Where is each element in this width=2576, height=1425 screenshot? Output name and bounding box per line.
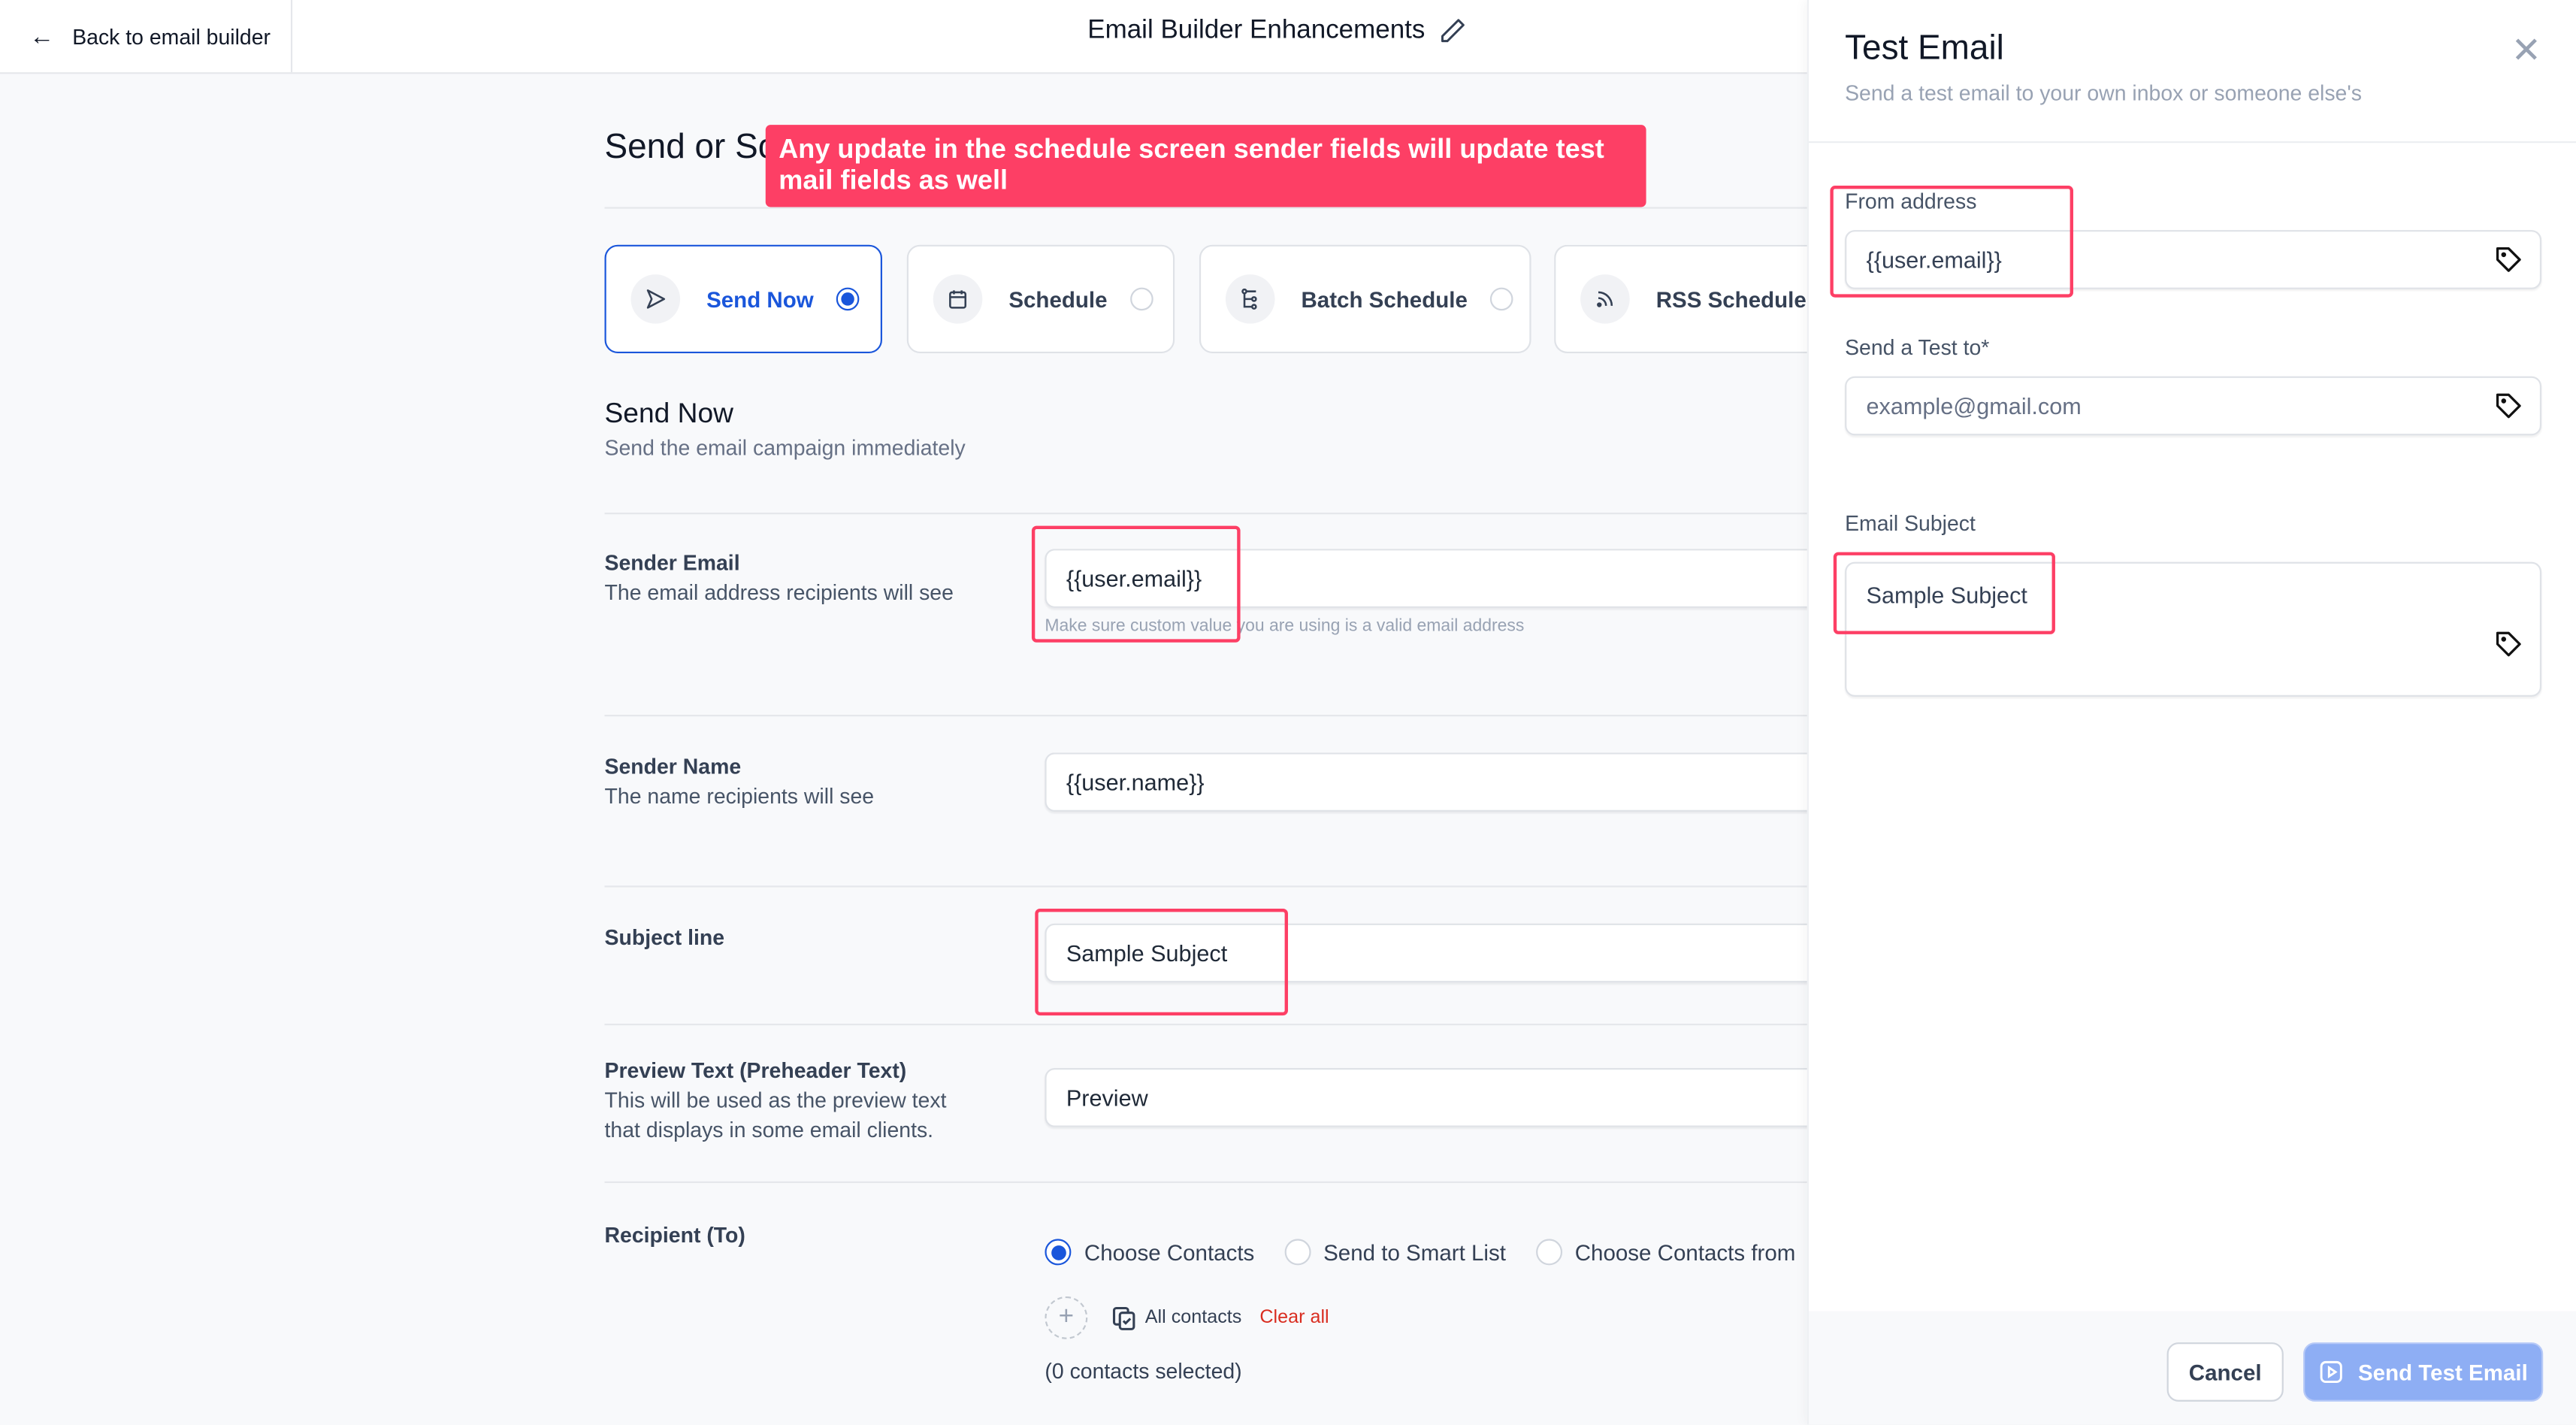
from-address-label: From address bbox=[1845, 189, 1977, 214]
sender-email-hint: Make sure custom value you are using is … bbox=[1045, 616, 1525, 637]
rss-icon bbox=[1580, 274, 1630, 324]
sender-email-input[interactable]: {{user.email}} bbox=[1045, 549, 1817, 608]
radio-button[interactable] bbox=[1535, 1239, 1562, 1266]
drawer-title: Test Email bbox=[1845, 29, 2004, 68]
campaign-title-text: Email Builder Enhancements bbox=[1087, 16, 1426, 45]
option-schedule[interactable]: Schedule bbox=[906, 244, 1175, 354]
tag-icon[interactable] bbox=[2494, 245, 2523, 274]
recipient-label: Recipient (To) bbox=[604, 1222, 745, 1248]
divider bbox=[604, 1024, 1854, 1026]
send-test-to-input[interactable]: example@gmail.com bbox=[1845, 376, 2542, 436]
option-label: RSS Schedule bbox=[1655, 286, 1807, 312]
radio-button[interactable] bbox=[1283, 1239, 1311, 1266]
option-radio[interactable] bbox=[1490, 287, 1514, 311]
email-subject-textarea[interactable]: Sample Subject bbox=[1845, 561, 2542, 697]
send-icon bbox=[630, 274, 681, 324]
section-title: Send Now bbox=[604, 398, 734, 429]
close-icon[interactable]: ✕ bbox=[2511, 29, 2541, 72]
radio-smart-list[interactable]: Send to Smart List bbox=[1283, 1239, 1506, 1266]
divider bbox=[1809, 141, 2576, 144]
calendar-icon bbox=[933, 274, 983, 324]
divider bbox=[604, 1181, 1854, 1184]
preview-text-label: Preview Text (Preheader Text) bbox=[604, 1057, 907, 1083]
section-subtitle: Send the email campaign immediately bbox=[604, 435, 966, 461]
send-test-email-button[interactable]: Send Test Email bbox=[2303, 1342, 2544, 1402]
option-radio[interactable] bbox=[836, 287, 860, 311]
radio-contacts-from[interactable]: Choose Contacts from bbox=[1535, 1239, 1796, 1266]
add-contact-button[interactable]: + bbox=[1045, 1296, 1088, 1339]
back-label: Back to email builder bbox=[72, 23, 271, 49]
option-send-now[interactable]: Send Now bbox=[604, 244, 882, 354]
campaign-title: Email Builder Enhancements bbox=[1087, 17, 1468, 46]
option-rss-schedule[interactable]: RSS Schedule bbox=[1554, 244, 1834, 354]
option-label: Schedule bbox=[1008, 286, 1108, 312]
drawer-footer: Cancel Send Test Email bbox=[1809, 1311, 2576, 1425]
preview-text-input[interactable]: Preview bbox=[1045, 1068, 1817, 1127]
sender-name-input[interactable]: {{user.name}} bbox=[1045, 752, 1817, 812]
radio-label: Choose Contacts bbox=[1084, 1239, 1255, 1265]
cancel-button[interactable]: Cancel bbox=[2166, 1342, 2284, 1402]
divider bbox=[604, 714, 1854, 717]
option-radio[interactable] bbox=[1130, 287, 1153, 311]
preview-text-description-2: that displays in some email clients. bbox=[604, 1117, 934, 1142]
radio-label: Send to Smart List bbox=[1323, 1239, 1506, 1265]
contacts-selected-count: (0 contacts selected) bbox=[1045, 1358, 1242, 1384]
from-address-input[interactable]: {{user.email}} bbox=[1845, 230, 2542, 289]
batch-icon bbox=[1225, 274, 1275, 324]
send-test-to-label: Send a Test to* bbox=[1845, 334, 1990, 360]
play-icon bbox=[2321, 1360, 2343, 1384]
divider bbox=[604, 885, 1854, 888]
send-test-email-label: Send Test Email bbox=[2357, 1360, 2528, 1384]
pencil-icon[interactable] bbox=[1438, 17, 1468, 46]
clear-all-link[interactable]: Clear all bbox=[1259, 1308, 1329, 1327]
sender-email-description: The email address recipients will see bbox=[604, 579, 954, 605]
test-email-drawer: Test Email Send a test email to your own… bbox=[1807, 0, 2576, 1425]
option-batch-schedule[interactable]: Batch Schedule bbox=[1199, 244, 1531, 354]
page: ← Back to email builder Email Builder En… bbox=[0, 0, 2576, 1425]
tag-icon[interactable] bbox=[2494, 391, 2523, 420]
sender-name-label: Sender Name bbox=[604, 754, 742, 779]
contacts-selector: + All contacts Clear all bbox=[1045, 1296, 1329, 1339]
divider bbox=[604, 513, 1854, 515]
send-test-to-placeholder: example@gmail.com bbox=[1866, 392, 2082, 419]
divider bbox=[604, 207, 1854, 209]
recipient-options: Choose Contacts Send to Smart List Choos… bbox=[1045, 1239, 1825, 1266]
from-address-value: {{user.email}} bbox=[1866, 246, 2002, 273]
radio-button[interactable] bbox=[1045, 1239, 1072, 1266]
sender-email-label: Sender Email bbox=[604, 550, 740, 576]
email-subject-label: Email Subject bbox=[1845, 510, 1976, 536]
radio-choose-contacts[interactable]: Choose Contacts bbox=[1045, 1239, 1255, 1266]
tag-icon[interactable] bbox=[2494, 629, 2523, 658]
all-contacts-label[interactable]: All contacts bbox=[1145, 1308, 1242, 1327]
page-heading: Send or Sc bbox=[604, 128, 776, 166]
subject-input[interactable]: Sample Subject bbox=[1045, 923, 1817, 983]
option-label: Batch Schedule bbox=[1301, 286, 1468, 312]
sender-name-description: The name recipients will see bbox=[604, 783, 875, 809]
option-label: Send Now bbox=[706, 286, 814, 312]
arrow-left-icon: ← bbox=[29, 22, 55, 50]
preview-text-description-1: This will be used as the preview text bbox=[604, 1088, 947, 1113]
drawer-subtitle: Send a test email to your own inbox or s… bbox=[1845, 80, 2363, 105]
subject-label: Subject line bbox=[604, 924, 725, 950]
back-button[interactable]: ← Back to email builder bbox=[0, 0, 293, 73]
radio-label: Choose Contacts from bbox=[1574, 1239, 1796, 1265]
annotation-callout: Any update in the schedule screen sender… bbox=[765, 125, 1646, 207]
contacts-check-icon bbox=[1112, 1305, 1135, 1330]
email-subject-value: Sample Subject bbox=[1866, 581, 2027, 608]
